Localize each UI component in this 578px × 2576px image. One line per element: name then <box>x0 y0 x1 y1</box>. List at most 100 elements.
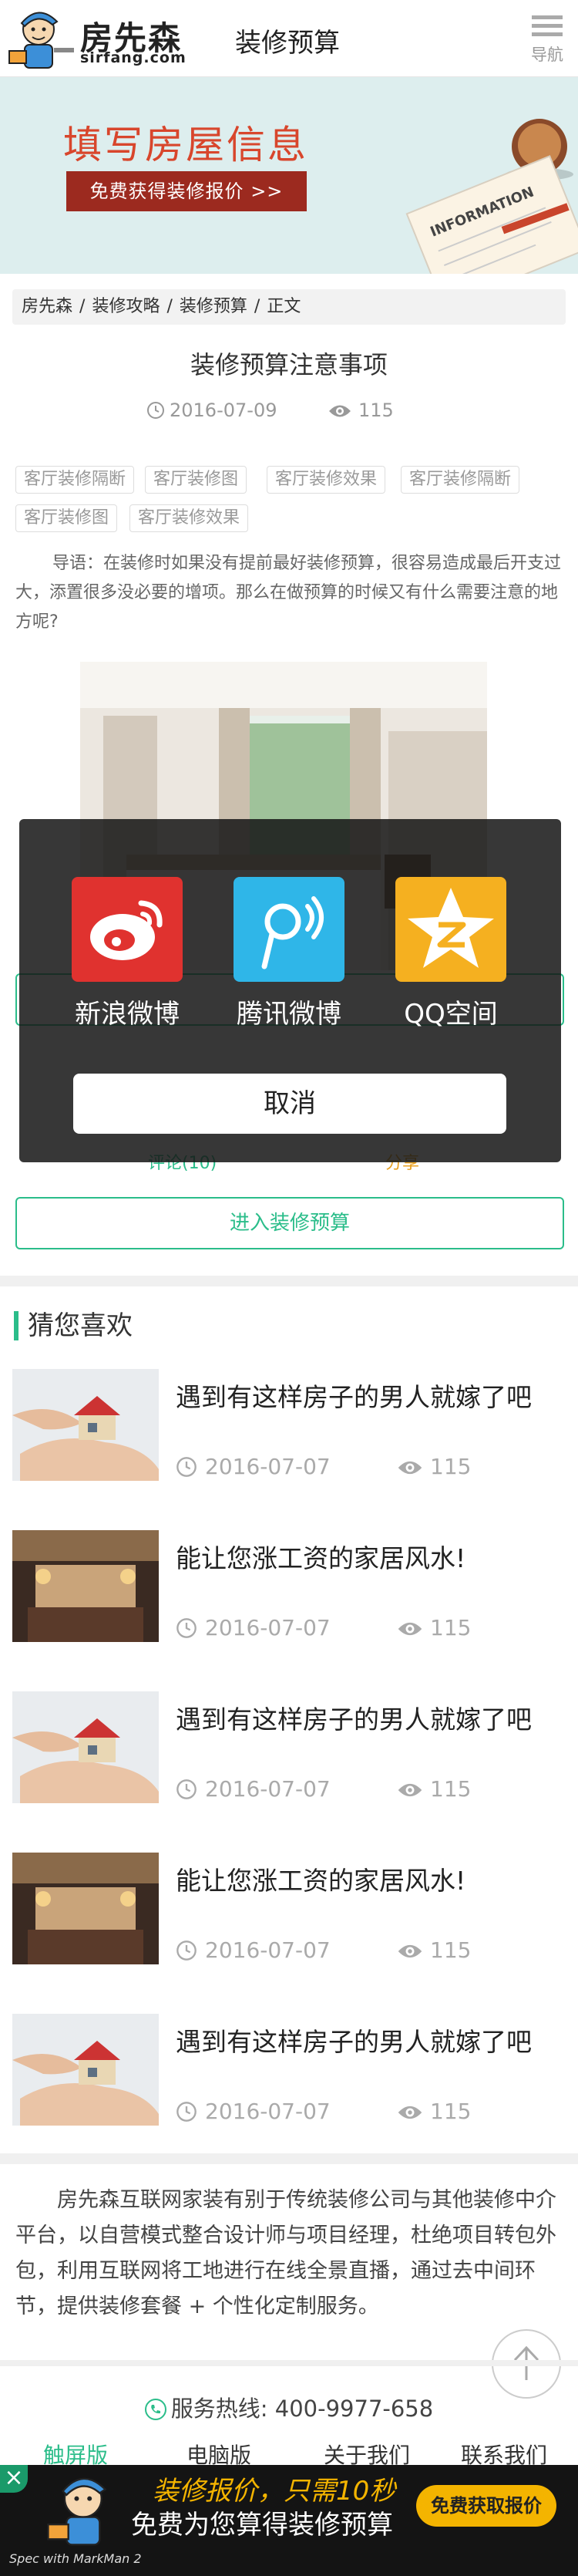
house-in-hands-image <box>12 1369 159 1481</box>
recommend-item-views: 115 <box>396 2099 471 2124</box>
clock-icon <box>176 1457 197 1477</box>
breadcrumb-guide[interactable]: 装修攻略 <box>92 297 160 316</box>
header: 房先森 sirfang.com 装修预算 导航 <box>0 0 578 77</box>
hamburger-icon <box>532 15 563 19</box>
recommend-item-views: 115 <box>396 1937 471 1963</box>
hamburger-icon-bar <box>532 24 563 28</box>
interior-room-image <box>12 1530 159 1642</box>
logo-domain: sirfang.com <box>80 49 187 66</box>
recommend-item-title: 遇到有这样房子的男人就嫁了吧 <box>176 1382 532 1412</box>
breadcrumb-sep: / <box>166 297 173 316</box>
enter-budget-button[interactable]: 进入装修预算 <box>15 1197 564 1249</box>
interior-room-image <box>12 1853 159 1964</box>
eye-icon <box>329 405 351 417</box>
phone-icon <box>144 2399 166 2420</box>
clock-icon <box>176 1940 197 1961</box>
article-date-text: 2016-07-09 <box>170 400 277 421</box>
section-divider <box>0 1276 578 1286</box>
recommend-item-title: 能让您涨工资的家居风水! <box>176 1543 466 1573</box>
recommend-item[interactable]: 遇到有这样房子的男人就嫁了吧 2016-07-07 115 <box>12 1691 566 1834</box>
share-tencent-label: 腾讯微博 <box>237 999 341 1030</box>
article-tag[interactable]: 客厅装修图 <box>145 466 247 494</box>
recommend-item-date-text: 2016-07-07 <box>205 1937 331 1963</box>
article-date: 2016-07-09 <box>146 400 277 421</box>
recommend-item-views: 115 <box>396 1454 471 1479</box>
recommend-item-date: 2016-07-07 <box>176 1937 331 1963</box>
clock-icon <box>147 402 164 419</box>
promo-headline: 装修报价，只需10秒 <box>153 2476 396 2507</box>
recommend-item[interactable]: 遇到有这样房子的男人就嫁了吧 2016-07-07 115 <box>12 1369 566 1512</box>
article-tag[interactable]: 客厅装修隔断 <box>401 466 520 494</box>
article-tag[interactable]: 客厅装修效果 <box>267 466 386 494</box>
recommend-item-date-text: 2016-07-07 <box>205 1615 331 1640</box>
eye-icon <box>398 1622 422 1636</box>
share-qzone[interactable]: QQ空间 <box>374 877 528 1030</box>
section-divider <box>0 2153 578 2164</box>
recommend-item-views-text: 115 <box>430 1454 472 1479</box>
qzone-icon <box>395 877 506 982</box>
article-tag[interactable]: 客厅装修隔断 <box>15 466 135 494</box>
recommend-item-date: 2016-07-07 <box>176 1776 331 1802</box>
recommend-item[interactable]: 遇到有这样房子的男人就嫁了吧 2016-07-07 115 <box>12 2014 566 2156</box>
share-tencent-weibo[interactable]: 腾讯微博 <box>212 877 366 1030</box>
breadcrumb: 房先森 / 装修攻略 / 装修预算 / 正文 <box>12 289 566 325</box>
recommend-item-views: 115 <box>396 1615 471 1640</box>
house-in-hands-image <box>12 2014 159 2126</box>
recommend-item-date-text: 2016-07-07 <box>205 2099 331 2124</box>
recommend-item-views-text: 115 <box>430 2099 472 2124</box>
hotline[interactable]: 服务热线: 400-9977-658 <box>0 2391 578 2423</box>
cancel-button[interactable]: 取消 <box>73 1074 506 1134</box>
recommend-item-views-text: 115 <box>430 1615 472 1640</box>
recommend-item[interactable]: 能让您涨工资的家居风水! 2016-07-07 115 <box>12 1530 566 1673</box>
breadcrumb-home[interactable]: 房先森 <box>22 297 72 316</box>
share-weibo-label: 新浪微博 <box>75 999 180 1030</box>
article-tag[interactable]: 客厅装修效果 <box>129 504 249 532</box>
promo-close-button[interactable]: × <box>0 2465 28 2493</box>
menu-label: 导航 <box>531 46 563 64</box>
hotline-text: 服务热线: 400-9977-658 <box>170 2396 434 2422</box>
article-views-text: 115 <box>358 400 394 421</box>
article-title: 装修预算注意事项 <box>190 350 388 379</box>
logo-mascot-icon <box>8 12 74 69</box>
promo-credit: Spec with MarkMan 2 <box>9 2551 142 2566</box>
share-dialog: 新浪微博 腾讯微博 QQ空间 取消 <box>19 819 561 1162</box>
clock-icon <box>176 2102 197 2122</box>
mascot-icon <box>47 2477 107 2546</box>
weibo-icon <box>72 877 183 982</box>
share-weibo[interactable]: 新浪微博 <box>50 877 204 1030</box>
promo-bar: × 装修报价，只需10秒 免费为您算得装修预算 免费获取报价 Spec with… <box>0 2465 578 2576</box>
recommend-item-date-text: 2016-07-07 <box>205 1454 331 1479</box>
promo-get-quote-button[interactable]: 免费获取报价 <box>416 2485 556 2527</box>
recommend-item-date: 2016-07-07 <box>176 1454 331 1479</box>
recommend-item[interactable]: 能让您涨工资的家居风水! 2016-07-07 115 <box>12 1853 566 1995</box>
recommend-item-date: 2016-07-07 <box>176 2099 331 2124</box>
menu-button[interactable]: 导航 <box>524 11 570 72</box>
recommend-item-views: 115 <box>396 1776 471 1802</box>
article-tag[interactable]: 客厅装修图 <box>15 504 118 532</box>
recommend-item-title: 遇到有这样房子的男人就嫁了吧 <box>176 2027 532 2057</box>
hamburger-icon-bar <box>532 32 563 36</box>
recommend-item-date-text: 2016-07-07 <box>205 1776 331 1802</box>
breadcrumb-sep: / <box>254 297 260 316</box>
eye-icon <box>398 1461 422 1475</box>
page-title: 装修预算 <box>235 28 340 59</box>
clock-icon <box>176 1779 197 1799</box>
banner-carousel[interactable]: 填写房屋信息 免费获得装修报价 >> INFORMATION <box>0 77 578 274</box>
tencent-weibo-icon <box>234 877 344 982</box>
breadcrumb-current: 正文 <box>267 297 301 316</box>
banner-illustration-icon: INFORMATION <box>405 119 578 274</box>
breadcrumb-budget[interactable]: 装修预算 <box>180 297 247 316</box>
house-in-hands-image <box>12 1691 159 1803</box>
banner-cta-button[interactable]: 免费获得装修报价 >> <box>66 171 307 211</box>
banner-title: 填写房屋信息 <box>63 123 308 167</box>
share-qzone-label: QQ空间 <box>404 999 498 1030</box>
eye-icon <box>398 1944 422 1958</box>
recommend-item-date: 2016-07-07 <box>176 1615 331 1640</box>
recommend-heading: 猜您喜欢 <box>14 1311 133 1340</box>
recommend-item-title: 能让您涨工资的家居风水! <box>176 1866 466 1896</box>
article-views: 115 <box>328 400 394 421</box>
promo-subline: 免费为您算得装修预算 <box>131 2510 393 2541</box>
breadcrumb-sep: / <box>79 297 86 316</box>
about-text: 房先森互联网家装有别于传统装修公司与其他装修中介平台，以自营模式整合设计师与项目… <box>15 2188 556 2318</box>
clock-icon <box>176 1618 197 1638</box>
